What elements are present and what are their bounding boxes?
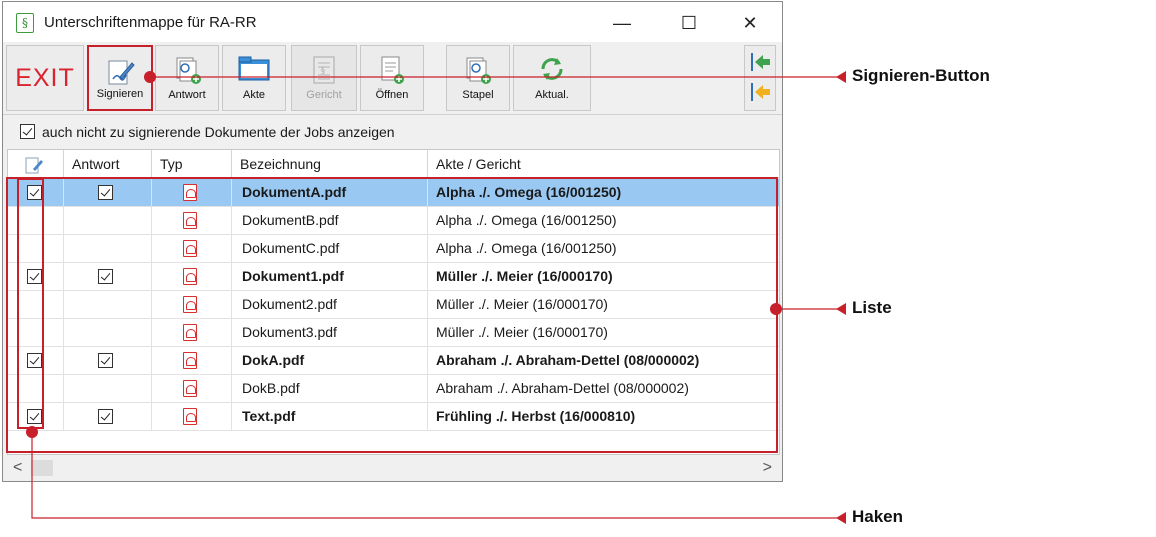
checks-callout-line [31,430,840,519]
checks-callout-arrow [836,512,846,524]
list-callout-dot [770,303,782,315]
callout-list: Liste [852,298,892,317]
sign-callout-arrow [836,71,846,83]
sign-callout-dot [144,71,156,83]
callout-checks: Haken [852,507,904,526]
checks-callout-dot [26,426,38,438]
callout-sign-button: Signieren-Button [852,66,990,85]
list-callout-arrow [836,303,846,315]
